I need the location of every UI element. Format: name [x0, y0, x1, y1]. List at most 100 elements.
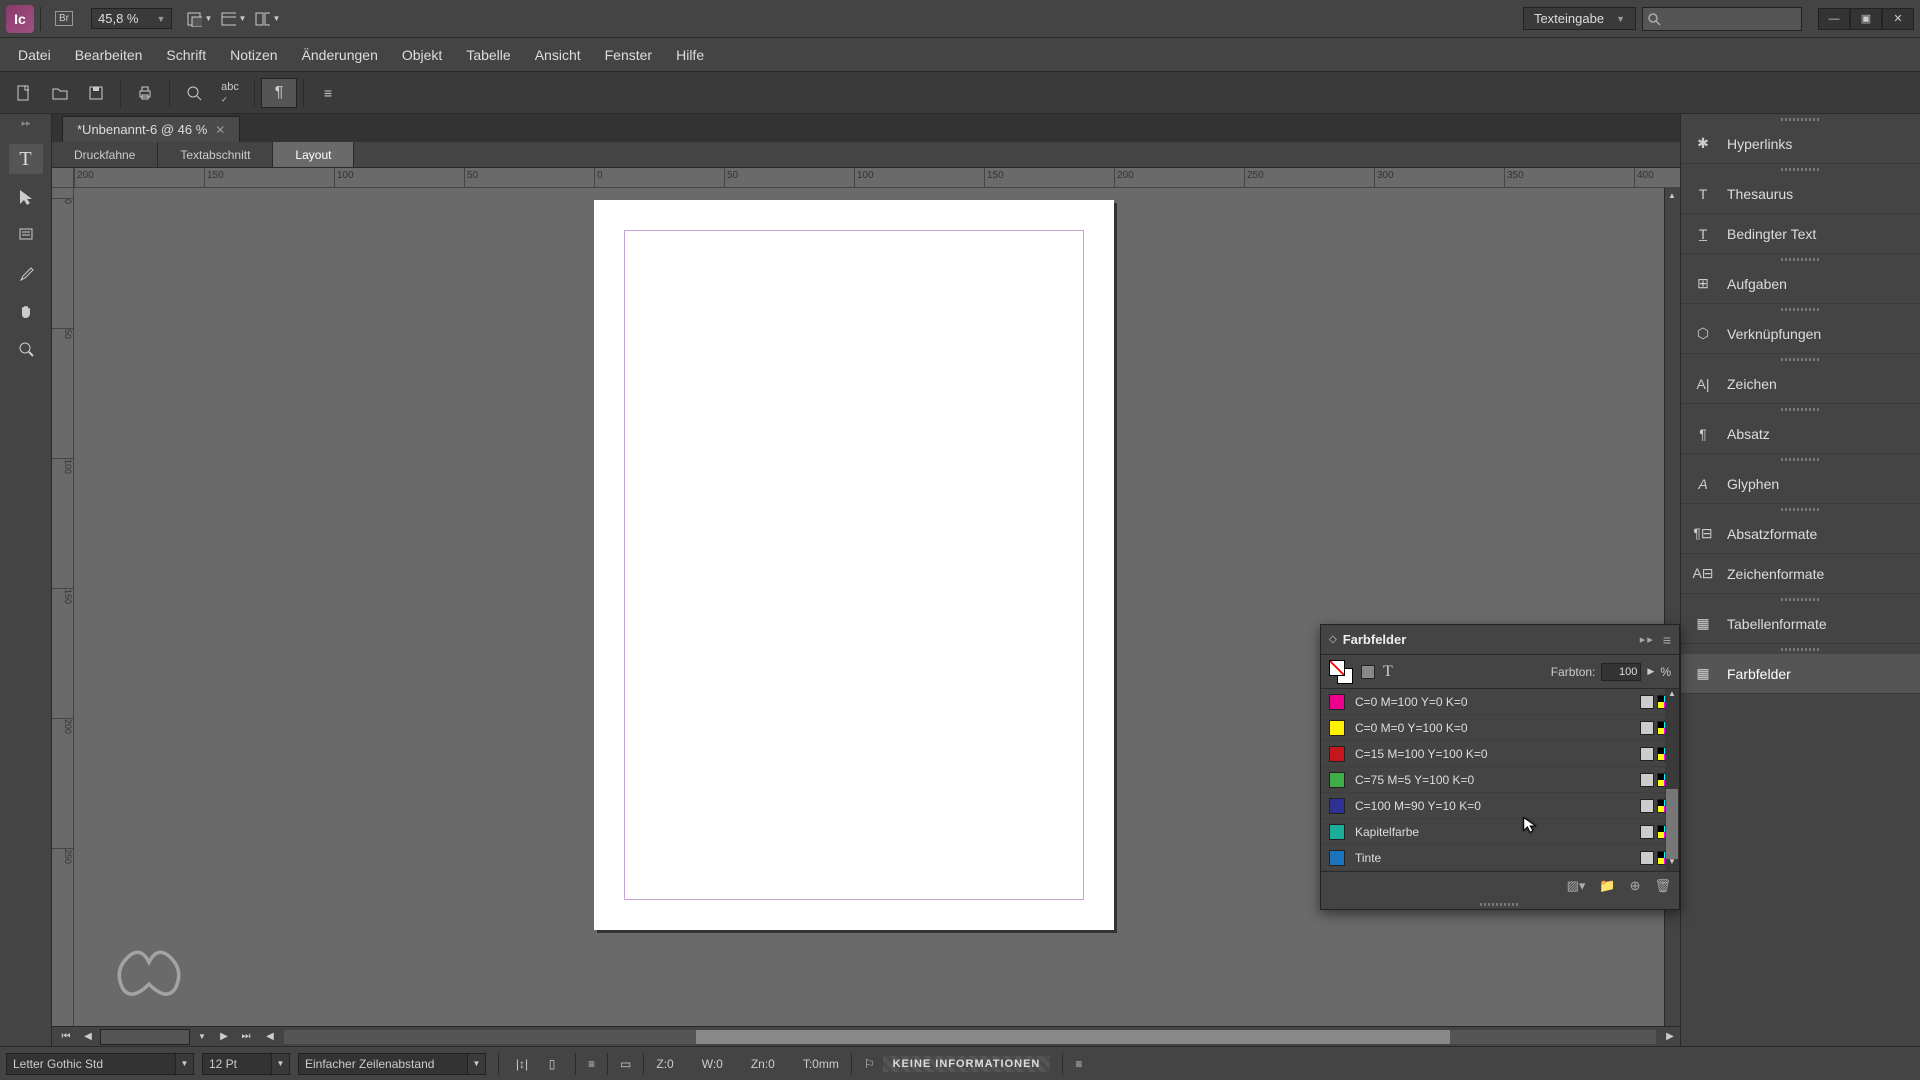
search-input[interactable]	[1642, 7, 1802, 31]
panel-thesaurus[interactable]: TThesaurus	[1681, 174, 1920, 214]
new-file-icon[interactable]	[6, 78, 42, 108]
scroll-left-button[interactable]: ◀	[260, 1028, 280, 1046]
columns-icon[interactable]: |↕|	[511, 1057, 533, 1071]
close-button[interactable]: ✕	[1882, 8, 1914, 30]
workspace-dropdown[interactable]: Texteingabe ▼	[1523, 7, 1636, 30]
panel-grip[interactable]	[1681, 644, 1920, 654]
view-tab-story[interactable]: Textabschnitt	[158, 142, 273, 167]
document-tab[interactable]: *Unbenannt-6 @ 46 % ✕	[62, 116, 240, 142]
tint-slider-icon[interactable]: ▶	[1647, 666, 1654, 677]
panel-table-styles[interactable]: ▦Tabellenformate	[1681, 604, 1920, 644]
position-tool[interactable]	[9, 182, 43, 212]
close-tab-icon[interactable]: ✕	[215, 123, 225, 137]
panel-links[interactable]: ⬡Verknüpfungen	[1681, 314, 1920, 354]
page[interactable]	[594, 200, 1114, 930]
text-swatch[interactable]: T	[1383, 663, 1393, 681]
menu-schrift[interactable]: Schrift	[154, 41, 218, 69]
panel-grip[interactable]	[1681, 254, 1920, 264]
panel-grip[interactable]	[1681, 354, 1920, 364]
panel-menu-icon[interactable]: ≡	[1663, 632, 1671, 648]
menu-tabelle[interactable]: Tabelle	[454, 41, 522, 69]
first-page-button[interactable]: ⏮	[56, 1028, 76, 1046]
open-file-icon[interactable]	[42, 78, 78, 108]
swatch-item[interactable]: Tinte	[1321, 845, 1679, 871]
menu-objekt[interactable]: Objekt	[390, 41, 454, 69]
menu-bearbeiten[interactable]: Bearbeiten	[63, 41, 155, 69]
swatch-item[interactable]: C=75 M=5 Y=100 K=0	[1321, 767, 1679, 793]
menu-ansicht[interactable]: Ansicht	[523, 41, 593, 69]
page-dropdown[interactable]: ▼	[192, 1028, 212, 1046]
delete-swatch-icon[interactable]: 🗑	[1654, 878, 1671, 894]
panel-assignments[interactable]: ⊞Aufgaben	[1681, 264, 1920, 304]
note-tool[interactable]	[9, 220, 43, 250]
swatch-scrollbar[interactable]: ▲ ▼	[1665, 689, 1679, 871]
prev-page-button[interactable]: ◀	[78, 1028, 98, 1046]
collapse-panel-icon[interactable]: ▸▸	[1640, 633, 1655, 646]
vertical-ruler[interactable]: 0 50 100 150 200 250	[52, 188, 74, 1026]
show-hidden-chars-icon[interactable]: ¶	[261, 78, 297, 108]
panel-glyphs[interactable]: AGlyphen	[1681, 464, 1920, 504]
menu-datei[interactable]: Datei	[6, 41, 63, 69]
zoom-dropdown[interactable]: 45,8 % ▼	[91, 8, 172, 29]
view-options-2[interactable]: ▼	[220, 6, 246, 32]
arrange-documents[interactable]: ▼	[254, 6, 280, 32]
panel-grip[interactable]	[1681, 594, 1920, 604]
status-menu-icon[interactable]: ≡	[1075, 1057, 1082, 1071]
horizontal-scrollbar[interactable]	[284, 1030, 1656, 1044]
panel-paragraph-styles[interactable]: ¶⊟Absatzformate	[1681, 514, 1920, 554]
chevron-down-icon[interactable]: ▼	[468, 1053, 486, 1075]
leading-field[interactable]: Einfacher Zeilenabstand	[298, 1053, 468, 1075]
horizontal-ruler[interactable]: 200 150 100 50 0 50 100 150 200 250 300 …	[74, 168, 1680, 188]
chevron-down-icon[interactable]: ▼	[176, 1053, 194, 1075]
align-icon[interactable]: ≡	[588, 1057, 595, 1071]
tint-input[interactable]	[1601, 663, 1641, 681]
save-icon[interactable]	[78, 78, 114, 108]
collapse-tools-icon[interactable]: ▸▸	[0, 114, 52, 132]
container-swatch[interactable]	[1361, 665, 1375, 679]
menu-notizen[interactable]: Notizen	[218, 41, 289, 69]
type-tool[interactable]: T	[9, 144, 43, 174]
view-tab-layout[interactable]: Layout	[273, 142, 354, 167]
swatch-item[interactable]: C=100 M=90 Y=10 K=0	[1321, 793, 1679, 819]
panel-paragraph[interactable]: ¶Absatz	[1681, 414, 1920, 454]
swatch-item[interactable]: C=0 M=0 Y=100 K=0	[1321, 715, 1679, 741]
menu-hilfe[interactable]: Hilfe	[664, 41, 716, 69]
maximize-button[interactable]: ▣	[1850, 8, 1882, 30]
panel-grip[interactable]	[1681, 404, 1920, 414]
font-size-field[interactable]: 12 Pt	[202, 1053, 272, 1075]
panel-character[interactable]: A|Zeichen	[1681, 364, 1920, 404]
last-page-button[interactable]: ⏭	[236, 1028, 256, 1046]
chevron-down-icon[interactable]: ▼	[272, 1053, 290, 1075]
spellcheck-icon[interactable]: abc✓	[212, 78, 248, 108]
zoom-tool[interactable]	[9, 334, 43, 364]
hand-tool[interactable]	[9, 296, 43, 326]
print-icon[interactable]	[127, 78, 163, 108]
panel-swatches[interactable]: ▦Farbfelder	[1681, 654, 1920, 694]
swatch-item[interactable]: Kapitelfarbe	[1321, 819, 1679, 845]
scroll-right-button[interactable]: ▶	[1660, 1028, 1680, 1046]
panel-grip[interactable]	[1681, 114, 1920, 124]
panel-resize-grip[interactable]	[1321, 899, 1679, 909]
font-family-field[interactable]: Letter Gothic Std	[6, 1053, 176, 1075]
eyedropper-tool[interactable]	[9, 258, 43, 288]
new-swatch-icon[interactable]: ⊕	[1630, 878, 1641, 894]
menu-aenderungen[interactable]: Änderungen	[290, 41, 390, 69]
view-options-1[interactable]: ▼	[186, 6, 212, 32]
panel-grip[interactable]	[1681, 164, 1920, 174]
page-number-field[interactable]	[100, 1029, 190, 1045]
horizontal-scale-icon[interactable]: ▯	[541, 1057, 563, 1071]
minimize-button[interactable]: —	[1818, 8, 1850, 30]
panel-grip[interactable]	[1681, 504, 1920, 514]
menu-fenster[interactable]: Fenster	[593, 41, 664, 69]
baseline-icon[interactable]: ▭	[620, 1057, 631, 1071]
new-swatch-group-icon[interactable]: 📁	[1599, 878, 1615, 894]
bridge-button[interactable]: Br	[51, 6, 77, 32]
panel-character-styles[interactable]: A⊟Zeichenformate	[1681, 554, 1920, 594]
info-icon[interactable]: ⚐	[864, 1057, 875, 1071]
panel-grip[interactable]	[1681, 304, 1920, 314]
panel-menu-icon[interactable]: ≡	[310, 78, 346, 108]
swatch-item[interactable]: C=15 M=100 Y=100 K=0	[1321, 741, 1679, 767]
fill-stroke-toggle[interactable]	[1329, 660, 1353, 684]
view-tab-proof[interactable]: Druckfahne	[52, 142, 158, 167]
panel-conditional-text[interactable]: T̲Bedingter Text	[1681, 214, 1920, 254]
